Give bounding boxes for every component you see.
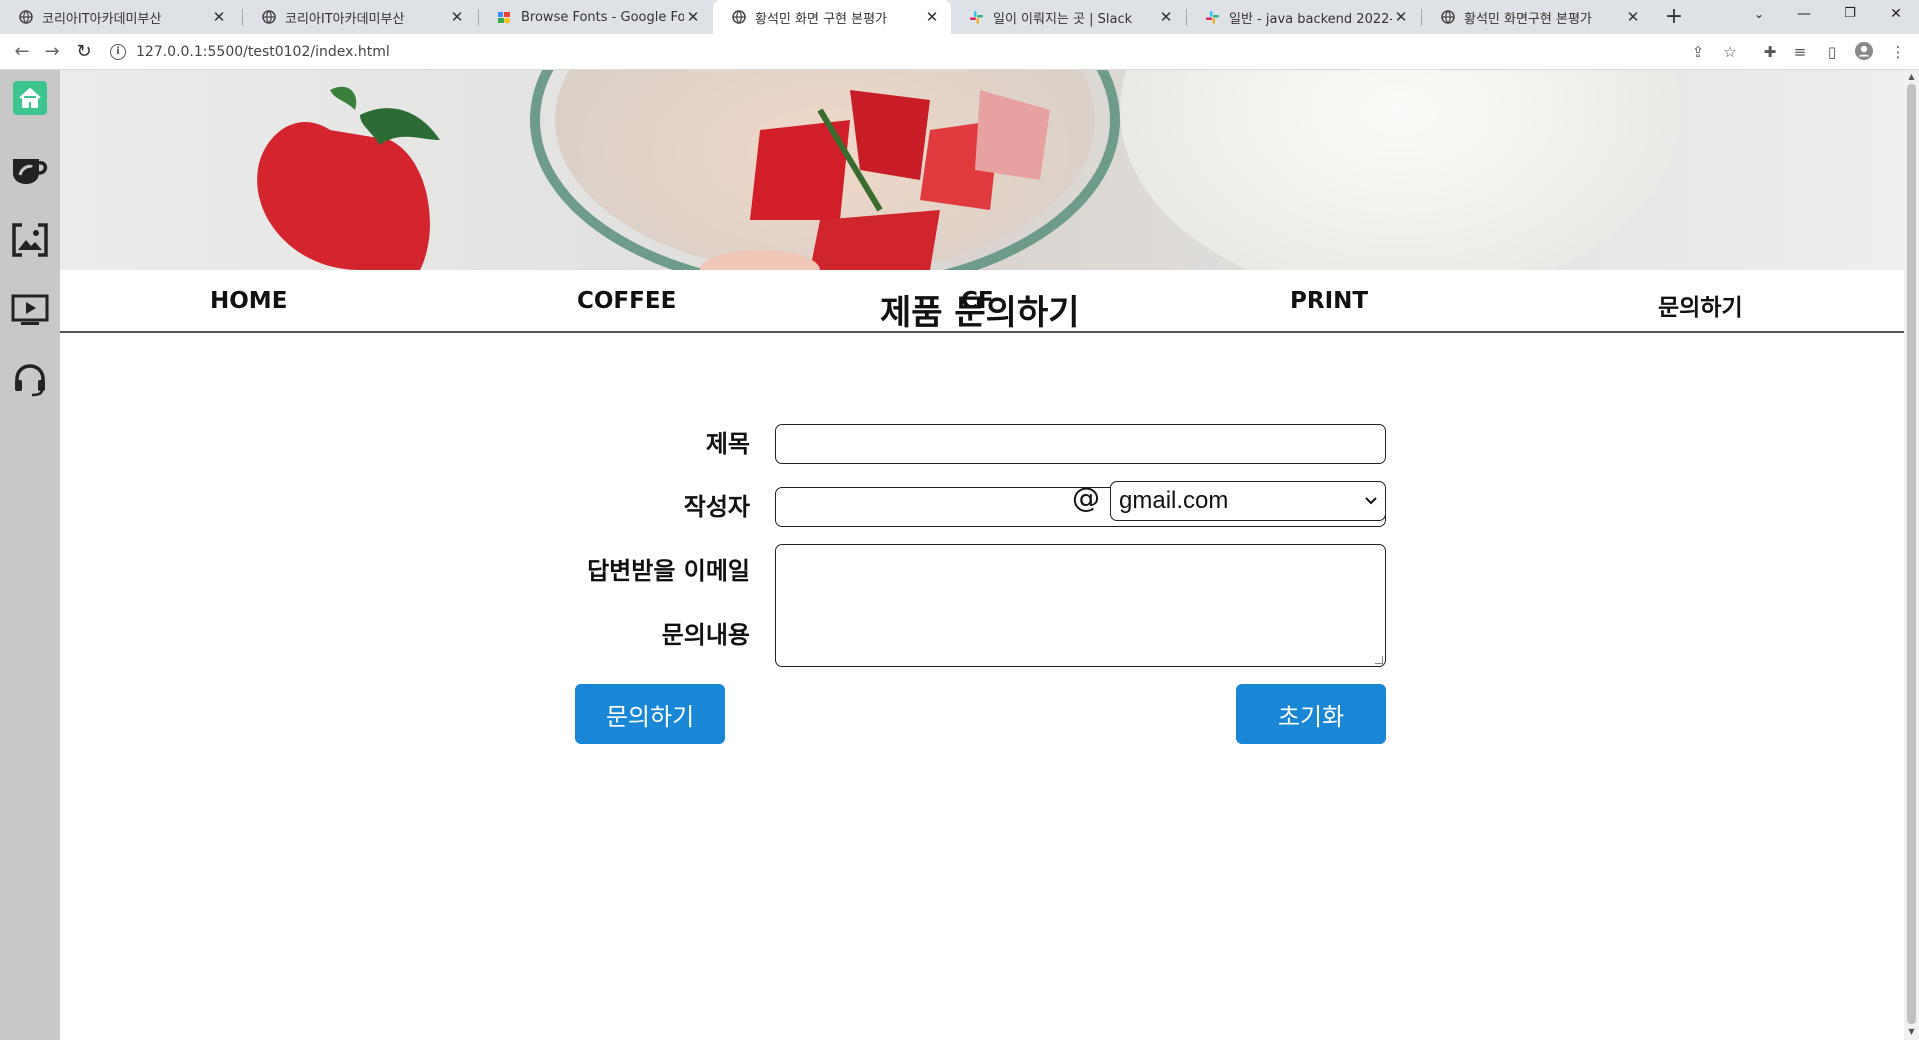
tab-search-chevron-icon[interactable]: ⌄	[1736, 0, 1782, 30]
content-label: 문의내용	[661, 621, 750, 649]
email-label: 답변받을 이메일	[587, 557, 750, 585]
browser-tab[interactable]: 황석민 화면구현 본평가 ✕	[1422, 0, 1652, 34]
browser-tab[interactable]: 일반 - java backend 2022-11-1 ✕	[1187, 0, 1420, 34]
scroll-down-arrow-icon[interactable]: ▼	[1905, 1026, 1918, 1038]
bookmark-star-icon[interactable]: ☆	[1720, 42, 1740, 62]
tab-close-icon[interactable]: ✕	[923, 8, 941, 26]
browser-tab[interactable]: Browse Fonts - Google Fonts ✕	[479, 0, 712, 34]
image-gallery-icon[interactable]	[10, 220, 50, 260]
home-icon[interactable]	[10, 78, 50, 118]
coffee-cup-icon[interactable]	[10, 149, 50, 189]
tab-close-icon[interactable]: ✕	[210, 8, 228, 26]
forward-arrow-icon[interactable]: →	[38, 38, 66, 66]
site-info-icon[interactable]: i	[110, 44, 126, 60]
tab-title: Browse Fonts - Google Fonts	[521, 9, 684, 25]
form-title: 제품 문의하기	[880, 293, 1080, 333]
tab-close-icon[interactable]: ✕	[1624, 8, 1642, 26]
email-domain-value: gmail.com	[1119, 487, 1229, 514]
video-play-icon[interactable]	[10, 290, 50, 330]
slack-icon	[969, 10, 984, 25]
globe-icon	[1440, 10, 1455, 25]
page-viewport: HOME COFFEE CF PRINT 문의하기 제품 문의하기 제목 작성자…	[0, 70, 1919, 1040]
reload-icon[interactable]: ↻	[70, 38, 98, 66]
browser-tab-strip: 코리아IT아카데미부산 ✕ 코리아IT아카데미부산 ✕ Browse Fonts…	[0, 0, 1919, 34]
scroll-up-arrow-icon[interactable]: ▲	[1905, 71, 1918, 83]
tab-close-icon[interactable]: ✕	[448, 8, 466, 26]
tab-title: 코리아IT아카데미부산	[42, 11, 162, 27]
globe-icon	[261, 10, 276, 25]
side-panel-icon[interactable]: ▯	[1822, 42, 1842, 62]
browser-tab[interactable]: 일이 이뤄지는 곳 | Slack ✕	[951, 0, 1185, 34]
nav-item-print[interactable]: PRINT	[1290, 288, 1368, 314]
extensions-puzzle-icon[interactable]: ✚	[1760, 42, 1780, 62]
nav-item-coffee[interactable]: COFFEE	[577, 288, 676, 314]
share-icon[interactable]: ⇪	[1688, 42, 1708, 62]
banner-image	[60, 70, 1904, 270]
close-window-button[interactable]: ✕	[1873, 0, 1919, 30]
reset-button[interactable]: 초기화	[1236, 684, 1386, 744]
submit-inquiry-button[interactable]: 문의하기	[575, 684, 725, 744]
browser-tab-active[interactable]: 황석민 화면 구현 본평가 ✕	[713, 0, 951, 34]
subject-label: 제목	[705, 430, 750, 458]
tab-title: 황석민 화면구현 본평가	[1464, 11, 1592, 27]
back-arrow-icon[interactable]: ←	[8, 38, 36, 66]
email-domain-select[interactable]: gmail.com	[1110, 481, 1386, 521]
url-text: 127.0.0.1:5500/test0102/index.html	[136, 44, 390, 60]
minimize-button[interactable]: —	[1781, 0, 1827, 30]
address-bar[interactable]: i 127.0.0.1:5500/test0102/index.html	[110, 38, 1710, 66]
tab-title: 일반 - java backend 2022-11-1	[1229, 11, 1392, 27]
browser-menu-icon[interactable]: ⋮	[1888, 42, 1908, 62]
author-label: 작성자	[683, 493, 750, 521]
tab-title: 일이 이뤄지는 곳 | Slack	[993, 11, 1133, 27]
resize-grip-icon[interactable]	[1375, 656, 1383, 664]
tab-title: 코리아IT아카데미부산	[285, 11, 405, 27]
content-textarea[interactable]	[775, 544, 1386, 667]
tab-close-icon[interactable]: ✕	[1157, 8, 1175, 26]
media-queue-icon[interactable]: ≡	[1790, 42, 1810, 62]
subject-input[interactable]	[775, 424, 1386, 464]
side-menu	[0, 70, 60, 1040]
tab-close-icon[interactable]: ✕	[1392, 8, 1410, 26]
restore-button[interactable]: ❐	[1827, 0, 1873, 30]
globe-icon	[731, 10, 746, 25]
chevron-down-icon	[1365, 494, 1377, 508]
browser-toolbar: ← → ↻ i 127.0.0.1:5500/test0102/index.ht…	[0, 34, 1919, 70]
globe-icon	[18, 10, 33, 25]
nav-item-home[interactable]: HOME	[210, 288, 287, 314]
headset-icon[interactable]	[10, 360, 50, 400]
tab-close-icon[interactable]: ✕	[684, 8, 702, 26]
browser-tab[interactable]: 코리아IT아카데미부산 ✕	[0, 0, 238, 34]
nav-item-inquiry[interactable]: 문의하기	[1658, 288, 1743, 322]
browser-tab[interactable]: 코리아IT아카데미부산 ✕	[243, 0, 476, 34]
slack-icon	[1205, 10, 1220, 25]
at-sign: @	[1072, 481, 1100, 514]
tab-title: 황석민 화면 구현 본평가	[755, 11, 887, 27]
scrollbar-thumb[interactable]	[1907, 84, 1916, 1024]
google-fonts-icon	[497, 10, 512, 25]
new-tab-button[interactable]: +	[1660, 3, 1688, 31]
profile-avatar-icon[interactable]	[1854, 42, 1874, 62]
